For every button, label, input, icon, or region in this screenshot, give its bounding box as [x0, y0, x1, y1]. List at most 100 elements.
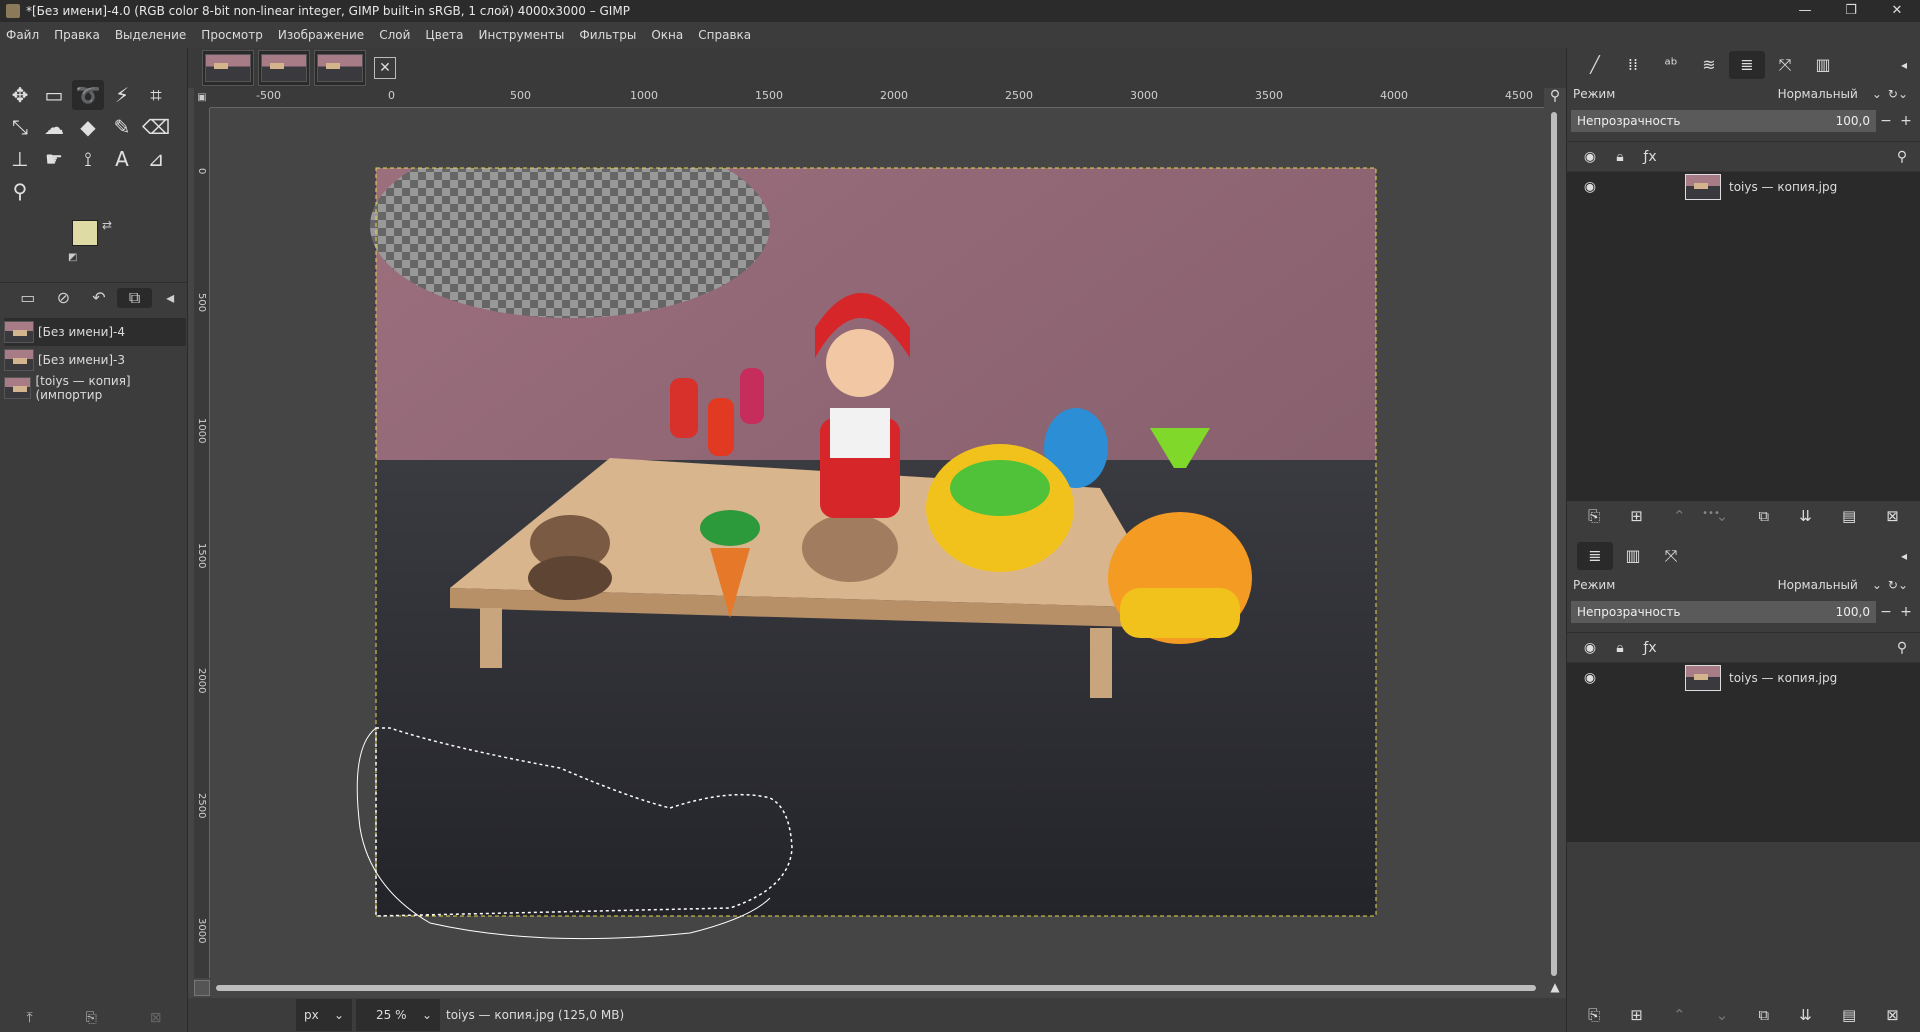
- duplicate-layer-icon[interactable]: ⧉: [1758, 507, 1769, 525]
- bucket-fill-icon[interactable]: ◆: [72, 112, 104, 142]
- increase-icon[interactable]: +: [1896, 604, 1916, 620]
- mask-icon[interactable]: ▤: [1842, 1006, 1856, 1024]
- list-item[interactable]: [Без имени]-4: [4, 318, 186, 346]
- eye-icon[interactable]: ◉: [1575, 149, 1605, 165]
- document-history-icon[interactable]: ≋: [1691, 51, 1727, 79]
- opacity-slider[interactable]: Непрозрачность 100,0: [1571, 110, 1876, 132]
- fx-icon[interactable]: ƒx: [1635, 149, 1665, 165]
- restore-button[interactable]: ❐: [1828, 0, 1874, 22]
- menu-image[interactable]: Изображение: [278, 28, 364, 42]
- color-picker-icon[interactable]: ⊿: [140, 144, 172, 174]
- chevron-down-icon[interactable]: ⌄: [1872, 578, 1882, 592]
- delete-layer-icon[interactable]: ⊠: [1886, 507, 1899, 525]
- dock-menu-icon[interactable]: ◂: [1896, 51, 1912, 79]
- close-button[interactable]: ✕: [1874, 0, 1920, 22]
- new-group-icon[interactable]: ⊞: [1630, 1006, 1643, 1024]
- menu-windows[interactable]: Окна: [651, 28, 683, 42]
- list-item[interactable]: [toiys — копия] (импортир: [4, 374, 186, 402]
- menu-view[interactable]: Просмотр: [201, 28, 263, 42]
- text-icon[interactable]: A: [106, 144, 138, 174]
- clone-icon[interactable]: ⊥: [4, 144, 36, 174]
- canvas-area[interactable]: [210, 108, 1544, 978]
- composite-mode-icon[interactable]: ↻⌄: [1888, 578, 1908, 592]
- color-swatches[interactable]: ⇄ ◩: [68, 218, 120, 268]
- search-icon[interactable]: ⚲: [1892, 640, 1912, 656]
- close-tab-icon[interactable]: ✕: [374, 57, 396, 79]
- new-layer-icon[interactable]: ⎘: [1588, 1006, 1600, 1024]
- menu-filters[interactable]: Фильтры: [579, 28, 636, 42]
- quick-mask-toggle[interactable]: [194, 980, 210, 996]
- rect-select-icon[interactable]: ▭: [38, 80, 70, 110]
- image-tab-3[interactable]: [314, 50, 366, 86]
- composite-mode-icon[interactable]: ↻⌄: [1888, 87, 1908, 101]
- images-tab-icon[interactable]: ⧉: [116, 287, 153, 308]
- transform-icon[interactable]: ⤡: [4, 112, 36, 142]
- list-item[interactable]: [Без имени]-3: [4, 346, 186, 374]
- warp-icon[interactable]: ☁: [38, 112, 70, 142]
- channels-tab-icon[interactable]: ▥: [1805, 51, 1841, 79]
- image-tab-1[interactable]: [202, 50, 254, 86]
- move-icon[interactable]: ✥: [4, 80, 36, 110]
- delete-icon[interactable]: ⊠: [150, 1010, 162, 1026]
- search-icon[interactable]: ⚲: [1892, 149, 1912, 165]
- foreground-color[interactable]: [72, 220, 98, 246]
- menu-edit[interactable]: Правка: [54, 28, 100, 42]
- image-canvas[interactable]: [210, 108, 1544, 978]
- layer-row[interactable]: ◉ toiys — копия.jpg: [1567, 662, 1920, 692]
- image-tab-2[interactable]: [258, 50, 310, 86]
- lasso-icon[interactable]: ➰: [72, 80, 104, 110]
- new-group-icon[interactable]: ⊞: [1630, 507, 1643, 525]
- unit-select[interactable]: px ⌄: [296, 999, 352, 1031]
- mode-select[interactable]: Нормальный: [1778, 87, 1858, 101]
- vertical-scrollbar[interactable]: [1547, 108, 1561, 978]
- horizontal-ruler[interactable]: -500 0 500 1000 1500 2000 2500 3000 3500…: [210, 88, 1544, 108]
- duplicate-layer-icon[interactable]: ⧉: [1758, 1006, 1769, 1024]
- decrease-icon[interactable]: −: [1876, 604, 1896, 620]
- fuzzy-select-icon[interactable]: ⚡: [106, 80, 138, 110]
- dock-menu-icon[interactable]: ◂: [152, 288, 188, 307]
- layers-tab-icon[interactable]: ≣: [1577, 542, 1613, 570]
- menu-colors[interactable]: Цвета: [425, 28, 463, 42]
- lock-icon[interactable]: 🔒︎: [1605, 640, 1635, 656]
- lock-icon[interactable]: 🔒︎: [1605, 149, 1635, 165]
- crop-icon[interactable]: ⌗: [140, 80, 172, 110]
- tool-options-icon[interactable]: ▭: [10, 288, 46, 307]
- eye-icon[interactable]: ◉: [1575, 179, 1605, 195]
- brushes-icon[interactable]: ╱: [1577, 51, 1613, 79]
- eye-icon[interactable]: ◉: [1575, 640, 1605, 656]
- paths-tab-icon[interactable]: ⤧: [1653, 542, 1689, 570]
- raise-layer-icon[interactable]: ⌃: [1673, 1006, 1686, 1024]
- fonts-icon[interactable]: ᵃᵇ: [1653, 51, 1689, 79]
- raise-layer-icon[interactable]: ⌃: [1673, 507, 1686, 525]
- eraser-icon[interactable]: ⌫: [140, 112, 172, 142]
- new-display-icon[interactable]: ⎘: [86, 1010, 97, 1026]
- mask-icon[interactable]: ▤: [1842, 507, 1856, 525]
- layers-tab-icon[interactable]: ≣: [1729, 51, 1765, 79]
- smudge-icon[interactable]: ☛: [38, 144, 70, 174]
- dock-menu-icon[interactable]: ◂: [1896, 542, 1912, 570]
- zoom-select[interactable]: 25 % ⌄: [356, 999, 440, 1031]
- patterns-icon[interactable]: ⁞⁞: [1615, 51, 1651, 79]
- reset-colors-icon[interactable]: ◩: [68, 252, 77, 263]
- channels-tab-icon[interactable]: ▥: [1615, 542, 1651, 570]
- paths-icon[interactable]: ⟟: [72, 144, 104, 174]
- chevron-down-icon[interactable]: ⌄: [1872, 87, 1882, 101]
- scrollbar-thumb[interactable]: [216, 985, 1536, 991]
- menu-select[interactable]: Выделение: [115, 28, 186, 42]
- delete-layer-icon[interactable]: ⊠: [1886, 1006, 1899, 1024]
- menu-help[interactable]: Справка: [698, 28, 751, 42]
- vertical-ruler[interactable]: 0 500 1000 1500 2000 2500 3000: [194, 108, 210, 978]
- menu-tools[interactable]: Инструменты: [479, 28, 565, 42]
- eye-icon[interactable]: ◉: [1575, 670, 1605, 686]
- pane-handle-icon[interactable]: •••: [1701, 508, 1721, 519]
- device-status-icon[interactable]: ⊘: [46, 288, 82, 307]
- swap-colors-icon[interactable]: ⇄: [102, 218, 112, 232]
- paintbrush-icon[interactable]: ✎: [106, 112, 138, 142]
- menu-layer[interactable]: Слой: [379, 28, 410, 42]
- menu-file[interactable]: Файл: [6, 28, 39, 42]
- undo-history-icon[interactable]: ↶: [81, 288, 117, 307]
- increase-icon[interactable]: +: [1896, 113, 1916, 129]
- minimize-button[interactable]: —: [1782, 0, 1828, 22]
- zoom-icon[interactable]: ⚲: [4, 176, 36, 206]
- raise-view-icon[interactable]: ⤒: [26, 1010, 32, 1026]
